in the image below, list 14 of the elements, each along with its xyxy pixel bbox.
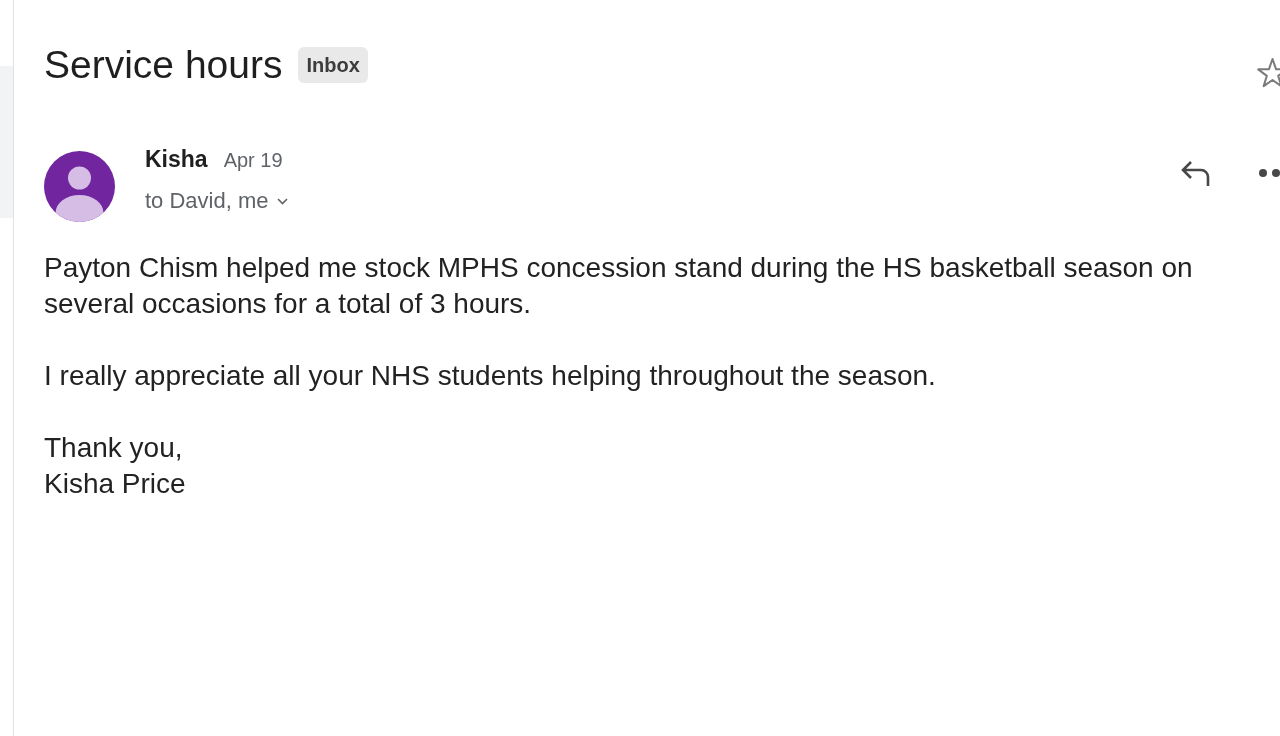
message-paragraph: Payton Chism helped me stock MPHS concession stand during the HS basketball season on several occasions for a total of 3 hours. — [44, 251, 1194, 321]
signature-line: Thank you, — [44, 431, 183, 465]
more-options-icon[interactable] — [1258, 168, 1280, 178]
email-subject: Service hours — [44, 44, 283, 86]
inbox-label[interactable]: Inbox — [298, 47, 368, 83]
message-date: Apr 19 — [223, 148, 283, 173]
signature-line: Kisha Price — [44, 467, 186, 501]
recipients-toggle[interactable]: to David, me — [145, 188, 288, 214]
star-icon[interactable] — [1256, 57, 1280, 89]
message-paragraph: I really appreciate all your NHS students helping throughout the season. — [44, 359, 937, 393]
chevron-down-icon — [276, 197, 288, 205]
sender-name: Kisha — [145, 146, 208, 172]
reply-icon[interactable] — [1180, 159, 1212, 187]
avatar-icon — [44, 151, 115, 222]
